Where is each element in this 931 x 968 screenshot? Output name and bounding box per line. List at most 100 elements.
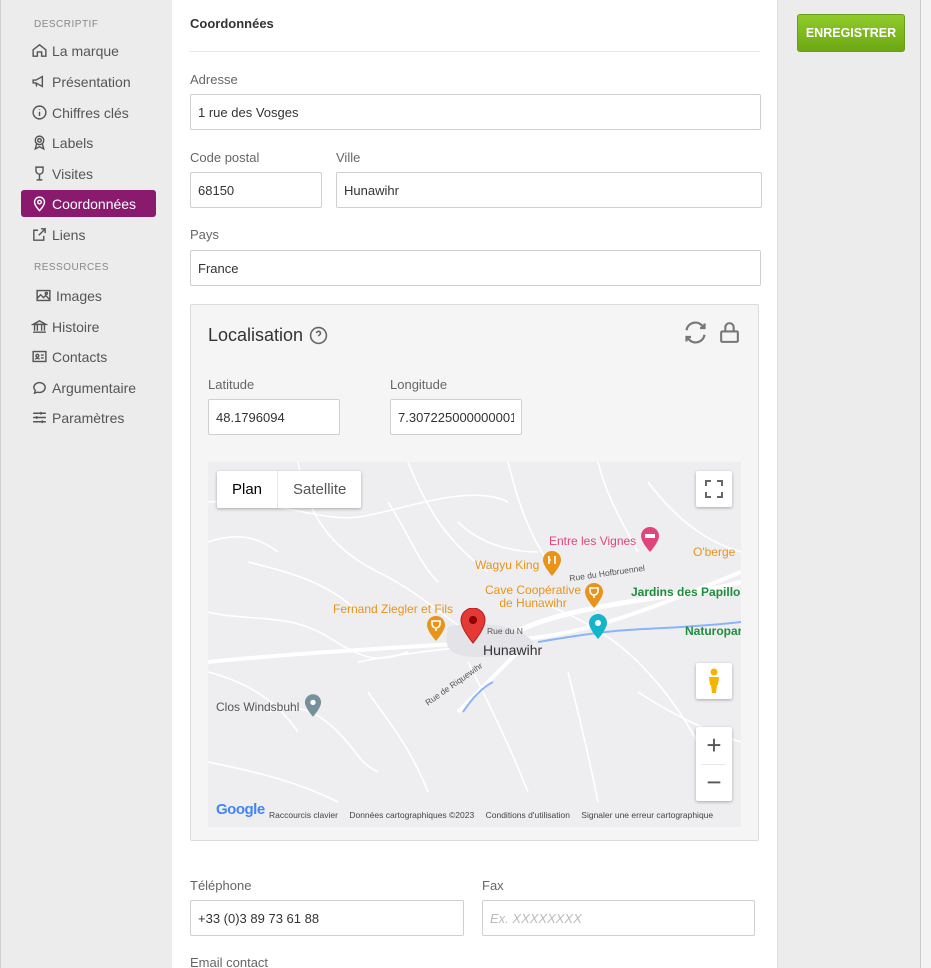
address-label: Adresse [190,72,238,87]
poi-cave-cooperative[interactable]: Cave Coopérative de Hunawihr [485,584,581,610]
map-type-plan[interactable]: Plan [217,471,277,508]
sidebar-item-label: Histoire [52,318,100,335]
sidebar-item-labels[interactable]: Labels [21,129,156,156]
sidebar-item-label: Visites [52,165,93,182]
info-icon [32,105,47,120]
speech-bubble-icon [33,381,46,395]
map-type-satellite[interactable]: Satellite [277,471,361,508]
page-edge [921,0,931,968]
sidebar-item-argumentaire[interactable]: Argumentaire [21,374,156,401]
sidebar-item-contacts[interactable]: Contacts [21,343,156,370]
fax-label: Fax [482,878,504,893]
fullscreen-icon [705,480,723,498]
sidebar-item-presentation[interactable]: Présentation [21,68,156,95]
map-data-text: Données cartographiques ©2023 [349,810,475,820]
report-error-link[interactable]: Signaler une erreur cartographique [581,810,713,820]
zoom-in-button[interactable]: + [696,727,732,764]
save-button[interactable]: ENREGISTRER [797,14,905,52]
sidebar-item-parametres[interactable]: Paramètres [21,404,156,431]
help-icon[interactable] [309,326,328,345]
map-footer: Raccourcis clavier Données cartographiqu… [269,810,722,820]
sidebar-item-label: Présentation [52,73,131,90]
country-label: Pays [190,227,219,242]
map[interactable]: Plan Satellite + − Entre les Vignes O'be… [208,462,741,827]
poi-fernand-ziegler[interactable]: Fernand Ziegler et Fils [333,602,453,616]
poi-cave-line2: de Hunawihr [499,596,567,610]
localisation-title-text: Localisation [208,325,304,345]
sidebar-item-label: Coordonnées [52,195,137,212]
fax-input[interactable] [482,900,755,936]
sidebar-item-images[interactable]: Images [21,282,156,309]
pegman-icon [709,668,719,693]
poi-oberge[interactable]: O'berge [693,545,735,559]
longitude-input[interactable] [390,399,522,435]
attraction-marker-icon[interactable] [588,614,608,640]
email-label: Email contact [190,955,269,968]
map-pin-icon [33,196,46,212]
google-logo: Google [216,801,265,818]
hotel-marker-icon[interactable] [640,527,660,553]
sliders-icon [33,411,46,424]
poi-wagyu-king[interactable]: Wagyu King [475,558,539,572]
megaphone-icon [32,75,44,88]
map-roads [208,462,741,827]
images-icon [36,289,51,302]
town-label-hunawihr: Hunawihr [483,642,543,658]
latitude-label: Latitude [208,377,255,392]
sidebar-item-label: Contacts [52,348,108,365]
sidebar-item-chiffres-cles[interactable]: Chiffres clés [21,99,156,126]
street-view-button[interactable] [696,663,732,699]
lock-icon[interactable] [717,319,742,346]
map-type-control: Plan Satellite [217,471,362,508]
localisation-tools [682,319,742,346]
fullscreen-button[interactable] [696,471,732,507]
poi-naturopar[interactable]: Naturopar [685,624,741,638]
poi-entre-les-vignes[interactable]: Entre les Vignes [549,534,636,548]
contact-card-icon [32,350,47,363]
sidebar-item-coordonnees[interactable]: Coordonnées [21,190,156,217]
postal-code-input[interactable] [190,172,322,208]
sidebar-item-visites[interactable]: Visites [21,160,156,187]
poi-jardins-des-papillons[interactable]: Jardins des Papillons [631,585,741,599]
city-input[interactable] [336,172,762,208]
section-ressources: RESSOURCES [34,262,110,273]
localisation-card: Localisation Latitude Longitude [190,304,759,841]
latitude-input[interactable] [208,399,340,435]
zoom-out-button[interactable]: − [696,764,732,801]
actions-column: ENREGISTRER [778,0,921,968]
sidebar-item-label: La marque [52,42,119,59]
sidebar-item-label: Argumentaire [52,379,137,396]
page-title: Coordonnées [190,16,274,31]
address-input[interactable] [190,94,761,130]
external-link-icon [33,228,46,241]
sidebar-item-la-marque[interactable]: La marque [21,37,156,64]
sidebar-item-liens[interactable]: Liens [21,221,156,248]
winery-marker-icon[interactable] [584,583,604,609]
road-label-rue-du-n: Rue du N [487,626,523,636]
divider [190,51,760,52]
award-icon [34,135,45,151]
zoom-separator [702,764,726,765]
localisation-title: Localisation [208,325,328,346]
terms-link[interactable]: Conditions d'utilisation [486,810,570,820]
poi-clos-windsbuhl[interactable]: Clos Windsbuhl [216,700,299,714]
city-label: Ville [336,150,361,165]
sidebar-item-label: Images [56,287,102,304]
section-descriptif: DESCRIPTIF [34,19,99,30]
sidebar-item-label: Chiffres clés [52,104,129,121]
museum-icon [31,320,48,333]
google-logo-text: Google [216,801,265,818]
main-panel: Coordonnées Adresse Code postal Ville Pa… [172,0,778,968]
winery-marker-icon[interactable] [426,616,446,642]
phone-input[interactable] [190,900,464,936]
country-input[interactable] [190,250,761,286]
sidebar-item-histoire[interactable]: Histoire [21,313,156,340]
postal-code-label: Code postal [190,150,260,165]
location-pin-icon[interactable] [460,608,486,644]
place-marker-icon[interactable] [304,694,322,718]
restaurant-marker-icon[interactable] [542,551,562,577]
keyboard-shortcuts-link[interactable]: Raccourcis clavier [269,810,338,820]
refresh-icon[interactable] [682,319,709,346]
sidebar: DESCRIPTIF La marque Présentation Chiffr… [0,0,172,968]
longitude-label: Longitude [390,377,448,392]
